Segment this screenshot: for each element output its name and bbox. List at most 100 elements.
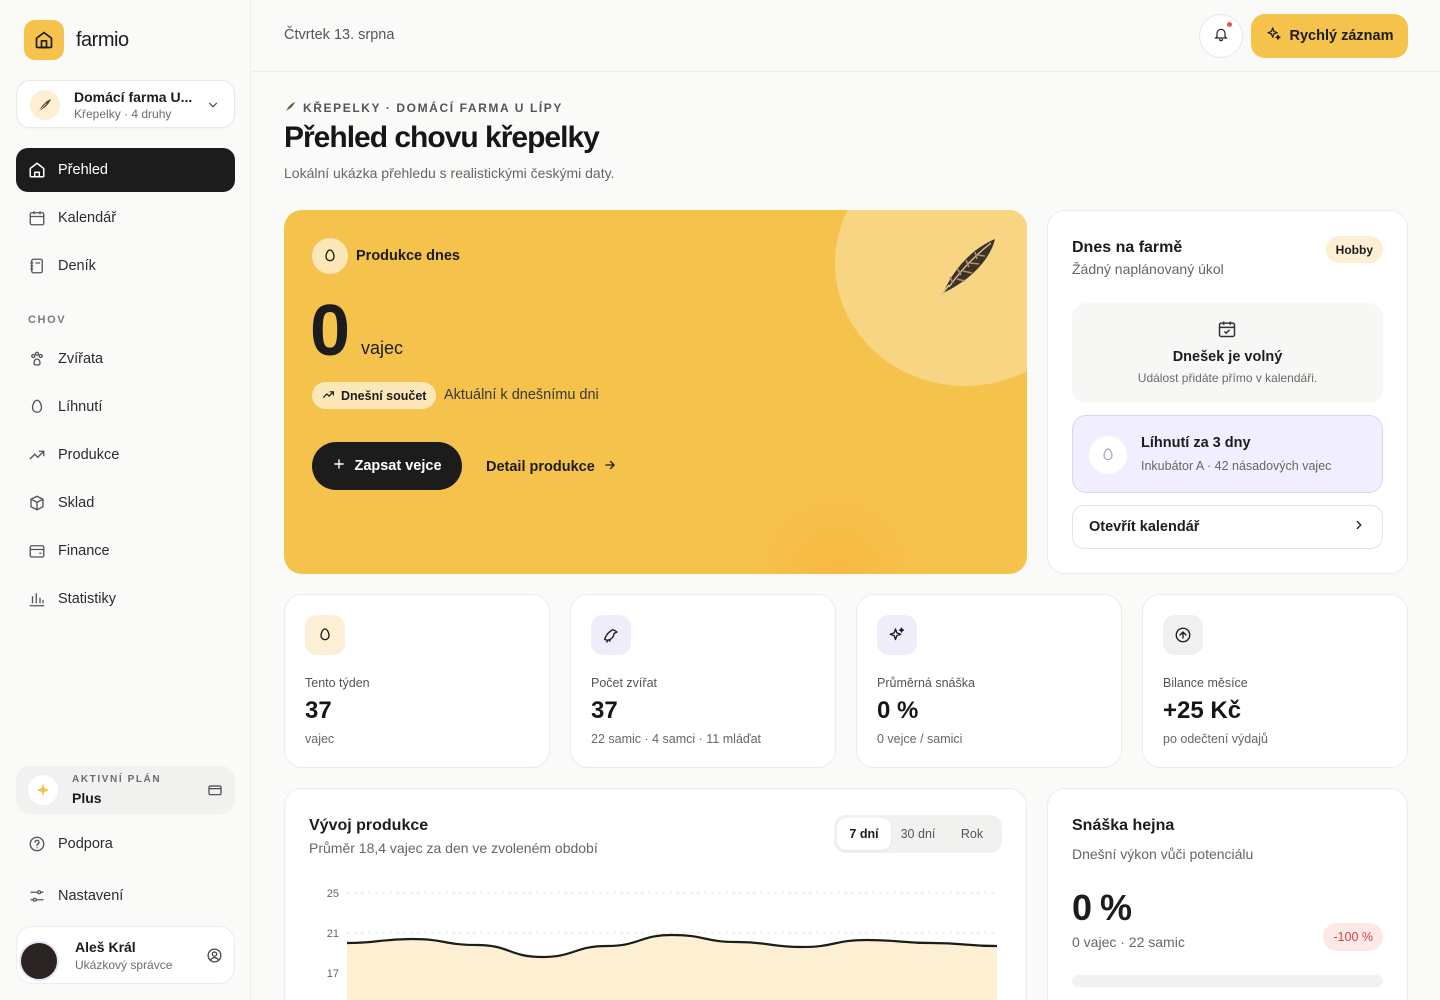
stat-card-week[interactable]: Tento týden 37 vajec: [284, 594, 550, 768]
notification-dot: [1227, 22, 1232, 27]
free-day-box: Dnešek je volný Událost přidáte přímo v …: [1072, 303, 1383, 403]
hero-unit: vajec: [361, 338, 404, 358]
hatching-item[interactable]: Líhnutí za 3 dny Inkubátor A · 42 násado…: [1072, 415, 1383, 493]
production-today-card: Produkce dnes 0 vajec Dnešní součet Aktu…: [284, 210, 1027, 574]
sidebar-item-produkce[interactable]: Produkce: [16, 433, 235, 477]
production-trend-card: Vývoj produkce Průměr 18,4 vajec za den …: [284, 788, 1027, 1000]
sidebar-item-lihnuti[interactable]: Líhnutí: [16, 385, 235, 429]
free-day-title: Dnešek je volný: [1172, 349, 1283, 365]
page-subtitle: Lokální ukázka přehledu s realistickými …: [284, 165, 615, 181]
y-tick-label: 21: [327, 928, 339, 940]
production-detail-link[interactable]: Detail produkce: [486, 458, 617, 476]
production-area: [347, 935, 997, 1000]
range-switcher: 7 dní 30 dní Rok: [834, 815, 1002, 853]
quick-record-button[interactable]: Rychlý záznam: [1251, 14, 1408, 58]
sidebar-item-nastaveni[interactable]: Nastavení: [16, 874, 235, 918]
today-title: Dnes na farmě: [1072, 239, 1183, 256]
trend-icon: [28, 446, 46, 464]
today-subtitle: Žádný naplánovaný úkol: [1072, 261, 1224, 277]
notifications-button[interactable]: [1199, 14, 1243, 58]
nav-section-label: CHOV: [28, 314, 67, 326]
free-day-subtitle: Událost přidáte přímo v kalendáři.: [1137, 371, 1318, 385]
sidebar-item-label: Sklad: [58, 495, 95, 511]
plan-label: AKTIVNÍ PLÁN: [72, 774, 162, 785]
breadcrumb-text: KŘEPELKY · DOMÁCÍ FARMA U LÍPY: [303, 101, 564, 115]
wallet-icon: [28, 542, 46, 560]
flock-title: Snáška hejna: [1072, 817, 1175, 834]
sidebar-item-denik[interactable]: Deník: [16, 244, 235, 288]
trend-icon: [322, 388, 335, 404]
sidebar-item-label: Líhnutí: [58, 399, 103, 415]
paw-icon: [28, 350, 46, 368]
sparkle-icon: [28, 775, 58, 805]
sidebar-item-label: Produkce: [58, 447, 120, 463]
stat-label: Průměrná snáška: [877, 676, 975, 690]
credit-card-icon[interactable]: [207, 782, 223, 803]
plan-box[interactable]: AKTIVNÍ PLÁN Plus: [16, 766, 235, 814]
stat-card-animals[interactable]: Počet zvířat 37 22 samic · 4 samci · 11 …: [570, 594, 836, 768]
change-badge: -100 %: [1323, 923, 1383, 951]
home-icon: [28, 161, 46, 179]
sidebar-item-label: Kalendář: [58, 210, 117, 226]
range-year[interactable]: Rok: [945, 818, 999, 850]
range-7-days[interactable]: 7 dní: [837, 818, 891, 850]
brand-name[interactable]: farmio: [76, 29, 129, 52]
help-icon: [28, 835, 46, 853]
hatching-subtitle: Inkubátor A · 42 násadových vajec: [1141, 459, 1332, 473]
open-calendar-button[interactable]: Otevřít kalendář: [1072, 505, 1383, 549]
today-on-farm-card: Dnes na farmě Žádný naplánovaný úkol Hob…: [1047, 210, 1408, 574]
settings-icon: [28, 887, 46, 905]
stat-subtitle: 0 vejce / samici: [877, 732, 963, 746]
plan-badge: Hobby: [1325, 236, 1383, 263]
sparkle-icon: [877, 615, 917, 655]
hatching-title: Líhnutí za 3 dny: [1141, 435, 1251, 451]
flock-laying-card: Snáška hejna Dnešní výkon vůči potenciál…: [1047, 788, 1408, 1000]
arrow-up-circle-icon: [1163, 615, 1203, 655]
hero-value: 0: [310, 291, 350, 371]
sidebar: farmio Domácí farma U... Křepelky · 4 dr…: [0, 0, 251, 1000]
production-subtitle: Průměr 18,4 vajec za den ve zvoleném obd…: [309, 840, 598, 856]
page-title: Přehled chovu křepelky: [284, 121, 600, 154]
bell-icon: [1213, 26, 1229, 47]
open-calendar-label: Otevřít kalendář: [1089, 519, 1200, 535]
sidebar-item-label: Deník: [58, 258, 96, 274]
plan-name: Plus: [72, 790, 102, 806]
sparkle-icon: [1266, 26, 1282, 46]
user-circle-icon[interactable]: [206, 947, 223, 969]
range-30-days[interactable]: 30 dní: [891, 818, 945, 850]
user-name: Aleš Král: [75, 939, 136, 955]
sidebar-item-label: Přehled: [58, 162, 108, 178]
stat-label: Počet zvířat: [591, 676, 657, 690]
current-date: Čtvrtek 13. srpna: [284, 27, 395, 43]
bird-icon: [591, 615, 631, 655]
sidebar-item-statistiky[interactable]: Statistiky: [16, 577, 235, 621]
sidebar-item-kalendar[interactable]: Kalendář: [16, 196, 235, 240]
log-eggs-button[interactable]: Zapsat vejce: [312, 442, 462, 490]
stat-card-laying[interactable]: Průměrná snáška 0 % 0 vejce / samici: [856, 594, 1122, 768]
sidebar-item-label: Podpora: [58, 836, 113, 852]
sidebar-item-sklad[interactable]: Sklad: [16, 481, 235, 525]
bar-chart-icon: [28, 590, 46, 608]
decorative-glow: [739, 475, 934, 574]
sidebar-item-prehled[interactable]: Přehled: [16, 148, 235, 192]
stat-value: +25 Kč: [1163, 697, 1242, 724]
sidebar-item-podpora[interactable]: Podpora: [16, 822, 235, 866]
flock-note: 0 vajec · 22 samic: [1072, 934, 1185, 950]
plus-icon: [332, 457, 346, 475]
stat-subtitle: po odečtení výdajů: [1163, 732, 1268, 746]
farmio-logo-icon[interactable]: [24, 20, 64, 60]
egg-icon: [1089, 436, 1127, 474]
hero-note: Aktuální k dnešnímu dni: [444, 387, 599, 403]
stat-value: 37: [305, 697, 332, 724]
farm-selector[interactable]: Domácí farma U... Křepelky · 4 druhy: [16, 80, 235, 128]
sidebar-item-zvirata[interactable]: Zvířata: [16, 337, 235, 381]
log-eggs-label: Zapsat vejce: [354, 458, 442, 474]
status-badge: Dnešní součet: [312, 382, 437, 409]
egg-icon: [312, 238, 348, 274]
user-profile[interactable]: Aleš Král Ukázkový správce: [16, 926, 235, 984]
stat-card-balance[interactable]: Bilance měsíce +25 Kč po odečtení výdajů: [1142, 594, 1408, 768]
sidebar-item-label: Finance: [58, 543, 110, 559]
quick-record-label: Rychlý záznam: [1289, 28, 1394, 44]
sidebar-item-finance[interactable]: Finance: [16, 529, 235, 573]
sidebar-item-label: Statistiky: [58, 591, 117, 607]
